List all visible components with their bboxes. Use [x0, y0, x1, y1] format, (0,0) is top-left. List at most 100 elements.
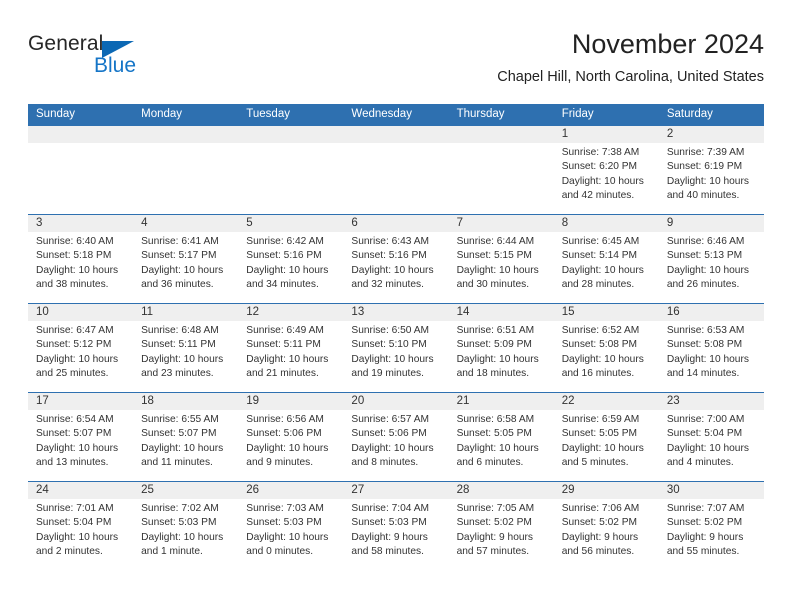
day-cell: Sunrise: 7:03 AM Sunset: 5:03 PM Dayligh… [238, 499, 343, 570]
day-number: 4 [141, 217, 148, 229]
daylight-text: Daylight: 10 hours [36, 264, 119, 276]
sunrise-text: Sunrise: 6:49 AM [246, 325, 324, 336]
day-number: 27 [351, 484, 365, 496]
daylight-text: Daylight: 10 hours [351, 353, 434, 365]
general-blue-logo[interactable]: General Blue [28, 32, 258, 90]
sunrise-text: Sunrise: 7:00 AM [666, 414, 745, 425]
daylight-text-cont: and 11 minutes. [141, 457, 213, 469]
sunrise-text: Sunrise: 6:58 AM [456, 414, 535, 425]
day-cell [238, 143, 343, 214]
logo-text-general: General [28, 32, 104, 55]
day-number: 30 [666, 484, 680, 496]
day-number: 25 [141, 484, 154, 496]
day-number: 23 [666, 395, 680, 407]
sunrise-text: Sunrise: 6:40 AM [36, 236, 114, 247]
calendar-week-row: 10 11 12 13 14 15 16 Sunrise: 6:47 AM Su… [28, 303, 764, 392]
sunset-text: Sunset: 5:07 PM [141, 428, 217, 440]
location-subtitle: Chapel Hill, North Carolina, United Stat… [497, 69, 764, 85]
day-cell: Sunrise: 6:41 AM Sunset: 5:17 PM Dayligh… [133, 232, 238, 303]
daylight-text-cont: and 2 minutes. [36, 546, 103, 558]
sunrise-text: Sunrise: 6:50 AM [351, 325, 430, 336]
daylight-text: Daylight: 10 hours [456, 442, 539, 454]
day-cell [449, 143, 554, 214]
sunrise-text: Sunrise: 6:56 AM [246, 414, 324, 425]
day-number: 6 [351, 217, 358, 229]
daylight-text-cont: and 18 minutes. [456, 368, 530, 380]
daylight-text: Daylight: 10 hours [36, 442, 119, 454]
day-number: 26 [246, 484, 260, 496]
calendar-week-row: 1 2 Sunrise: 7:38 AM Sunset: 6:20 PM Day… [28, 125, 764, 214]
day-number: 13 [351, 306, 365, 318]
sunrise-text: Sunrise: 7:04 AM [351, 503, 430, 514]
sunset-text: Sunset: 5:09 PM [456, 339, 532, 351]
day-cell: Sunrise: 7:04 AM Sunset: 5:03 PM Dayligh… [343, 499, 448, 570]
sunrise-text: Sunrise: 7:03 AM [246, 503, 324, 514]
page-header: General Blue November 2024 Chapel Hill, … [28, 28, 764, 100]
sunrise-text: Sunrise: 6:41 AM [141, 236, 219, 247]
weekday-header-saturday: Saturday [666, 108, 713, 120]
day-number: 16 [666, 306, 680, 318]
daylight-text: Daylight: 10 hours [141, 264, 224, 276]
week-detail-band: Sunrise: 6:40 AM Sunset: 5:18 PM Dayligh… [28, 232, 764, 303]
sunset-text: Sunset: 5:16 PM [351, 250, 427, 262]
daylight-text: Daylight: 10 hours [141, 531, 224, 543]
day-cell [28, 143, 133, 214]
daylight-text: Daylight: 10 hours [246, 442, 329, 454]
sunset-text: Sunset: 5:05 PM [561, 428, 638, 440]
day-number: 14 [456, 306, 470, 318]
day-number: 20 [351, 395, 365, 407]
weekday-header-thursday: Thursday [456, 108, 505, 120]
sunset-text: Sunset: 5:08 PM [666, 339, 743, 351]
sunrise-text: Sunrise: 7:39 AM [666, 147, 745, 158]
sunrise-text: Sunrise: 6:55 AM [141, 414, 219, 425]
day-cell: Sunrise: 7:00 AM Sunset: 5:04 PM Dayligh… [659, 410, 764, 481]
daylight-text: Daylight: 10 hours [561, 264, 644, 276]
sunrise-text: Sunrise: 6:47 AM [36, 325, 114, 336]
week-detail-band: Sunrise: 7:01 AM Sunset: 5:04 PM Dayligh… [28, 499, 764, 570]
daylight-text: Daylight: 10 hours [666, 442, 749, 454]
sunset-text: Sunset: 5:04 PM [666, 428, 743, 440]
day-number: 1 [561, 128, 569, 140]
day-number: 29 [561, 484, 575, 496]
sunset-text: Sunset: 5:17 PM [141, 250, 217, 262]
sunrise-text: Sunrise: 6:45 AM [561, 236, 640, 247]
daylight-text: Daylight: 10 hours [666, 175, 749, 187]
day-cell: Sunrise: 6:56 AM Sunset: 5:06 PM Dayligh… [238, 410, 343, 481]
daylight-text-cont: and 13 minutes. [36, 457, 109, 469]
day-cell: Sunrise: 6:53 AM Sunset: 5:08 PM Dayligh… [659, 321, 764, 392]
day-cell: Sunrise: 6:46 AM Sunset: 5:13 PM Dayligh… [659, 232, 764, 303]
sunset-text: Sunset: 5:12 PM [36, 339, 112, 351]
day-cell: Sunrise: 6:48 AM Sunset: 5:11 PM Dayligh… [133, 321, 238, 392]
day-number: 24 [36, 484, 49, 496]
daylight-text-cont: and 6 minutes. [456, 457, 524, 469]
sunset-text: Sunset: 5:11 PM [246, 339, 321, 351]
weekday-header-row: Sunday Monday Tuesday Wednesday Thursday… [28, 104, 764, 125]
daylight-text: Daylight: 10 hours [246, 264, 329, 276]
sunset-text: Sunset: 5:02 PM [666, 517, 743, 529]
sunrise-text: Sunrise: 7:02 AM [141, 503, 219, 514]
sunrise-text: Sunrise: 6:43 AM [351, 236, 430, 247]
sunset-text: Sunset: 5:15 PM [456, 250, 532, 262]
sunrise-text: Sunrise: 7:07 AM [666, 503, 745, 514]
day-cell: Sunrise: 7:01 AM Sunset: 5:04 PM Dayligh… [28, 499, 133, 570]
daylight-text: Daylight: 10 hours [561, 175, 644, 187]
title-block: November 2024 Chapel Hill, North Carolin… [497, 28, 764, 86]
daylight-text: Daylight: 9 hours [666, 531, 744, 543]
daylight-text: Daylight: 10 hours [36, 353, 119, 365]
daylight-text: Daylight: 10 hours [246, 353, 329, 365]
sunset-text: Sunset: 5:14 PM [561, 250, 638, 262]
sunset-text: Sunset: 5:13 PM [666, 250, 743, 262]
day-cell: Sunrise: 6:44 AM Sunset: 5:15 PM Dayligh… [449, 232, 554, 303]
day-number [28, 126, 133, 143]
day-number: 3 [36, 217, 43, 229]
weekday-header-friday: Friday [561, 108, 594, 120]
day-number: 2 [666, 128, 674, 140]
sunset-text: Sunset: 5:06 PM [246, 428, 322, 440]
weekday-header-sunday: Sunday [36, 108, 76, 120]
day-cell: Sunrise: 6:51 AM Sunset: 5:09 PM Dayligh… [449, 321, 554, 392]
sunrise-text: Sunrise: 6:57 AM [351, 414, 430, 425]
daylight-text-cont: and 9 minutes. [246, 457, 314, 469]
sunset-text: Sunset: 5:03 PM [141, 517, 217, 529]
daylight-text: Daylight: 9 hours [561, 531, 639, 543]
weekday-header-wednesday: Wednesday [351, 108, 412, 120]
